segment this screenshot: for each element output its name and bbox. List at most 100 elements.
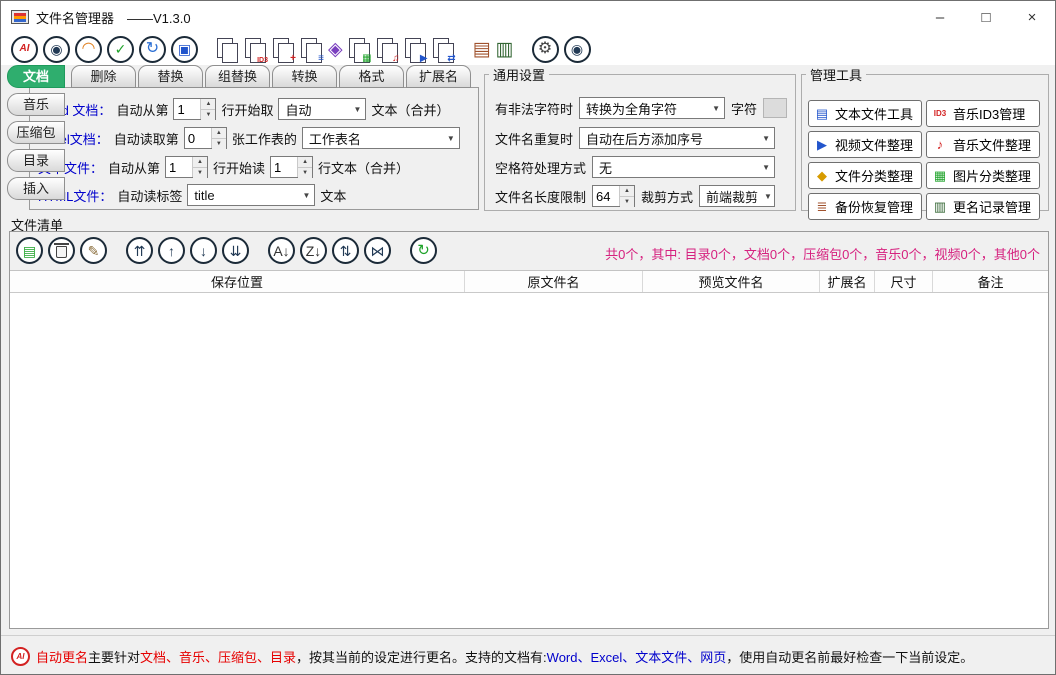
move-down-icon[interactable]: ↓	[190, 237, 217, 264]
duplicate-name-select[interactable]: 自动在后方添加序号 ▼	[579, 127, 775, 149]
refresh-list-icon[interactable]: ↻	[410, 237, 437, 264]
add-files-icon[interactable]: +	[272, 36, 295, 63]
text-line-count-spinner[interactable]: ▲▼	[270, 156, 313, 178]
column-header-save-location[interactable]: 保存位置	[10, 271, 465, 292]
op-tab-delete[interactable]: 删除	[71, 65, 136, 88]
length-limit-spinner[interactable]: ▲▼	[592, 185, 635, 207]
spin-up-icon[interactable]: ▲	[201, 99, 215, 110]
spin-down-icon[interactable]: ▼	[193, 168, 207, 178]
swap-names-icon[interactable]: ⋈	[364, 237, 391, 264]
op-tab-replace[interactable]: 替换	[138, 65, 203, 88]
word-mode-select[interactable]: 自动 ▼	[278, 98, 366, 120]
excel-mode-select[interactable]: 工作表名 ▼	[302, 127, 460, 149]
move-up-icon[interactable]: ↑	[158, 237, 185, 264]
image-classify-icon: ▦	[932, 168, 948, 184]
move-top-icon[interactable]: ⇈	[126, 237, 153, 264]
spin-down-icon[interactable]: ▼	[298, 168, 312, 178]
word-start-line-input[interactable]	[174, 99, 200, 119]
text-file-tools-button[interactable]: ▤ 文本文件工具	[808, 100, 922, 127]
delete-item-icon[interactable]	[48, 237, 75, 264]
reverse-order-icon[interactable]: ⇅	[332, 237, 359, 264]
toolbar-separator	[460, 49, 468, 50]
maximize-button[interactable]: □	[963, 1, 1009, 33]
space-handling-row: 空格符处理方式 无 ▼	[495, 155, 775, 179]
word-start-line-spinner[interactable]: ▲▼	[173, 98, 216, 120]
check-document-icon[interactable]: ✓	[107, 36, 134, 63]
file-convert-icon[interactable]: ⇄	[432, 36, 455, 63]
text-line-count-input[interactable]	[271, 157, 297, 177]
op-tab-format[interactable]: 格式	[339, 65, 404, 88]
length-limit-input[interactable]	[593, 186, 619, 206]
excel-sheet-spinner[interactable]: ▲▼	[184, 127, 227, 149]
copy-documents-icon[interactable]	[216, 36, 239, 63]
video-files-icon[interactable]: ▶	[404, 36, 427, 63]
filelist-body[interactable]	[10, 293, 1048, 628]
layers-icon[interactable]: ◈	[328, 36, 343, 63]
notebook-icon[interactable]: ▥	[496, 36, 514, 63]
settings-gear-icon[interactable]: ⚙	[532, 36, 559, 63]
backup-books-icon: ≣	[814, 199, 830, 215]
clear-list-icon[interactable]: ✎	[80, 237, 107, 264]
music-id3-icon[interactable]: ID3	[244, 36, 267, 63]
column-header-original-name[interactable]: 原文件名	[465, 271, 643, 292]
excel-sheet-input[interactable]	[185, 128, 211, 148]
side-tab-directory[interactable]: 目录	[7, 149, 65, 172]
spin-down-icon[interactable]: ▼	[212, 139, 226, 149]
book-stack-icon[interactable]: ▤	[473, 36, 491, 63]
text-text-1: 自动从第	[108, 158, 160, 177]
sort-asc-icon[interactable]: A↓	[268, 237, 295, 264]
html-tag-value: title	[194, 188, 214, 203]
music-list-icon[interactable]: ♫	[376, 36, 399, 63]
side-tab-document[interactable]: 文档	[7, 65, 65, 88]
status-seg-categories: 文档、音乐、压缩包、目录	[140, 647, 296, 666]
spin-up-icon[interactable]: ▲	[212, 128, 226, 139]
column-header-remark[interactable]: 备注	[933, 271, 1048, 292]
save-audio-icon[interactable]: ▣	[171, 36, 198, 63]
spin-up-icon[interactable]: ▲	[620, 186, 634, 197]
text-start-line-spinner[interactable]: ▲▼	[165, 156, 208, 178]
op-tab-convert[interactable]: 转换	[272, 65, 337, 88]
side-tab-music[interactable]: 音乐	[7, 93, 65, 116]
spin-up-icon[interactable]: ▲	[298, 157, 312, 168]
rename-log-icon: ▥	[932, 199, 948, 215]
excel-text-1: 自动读取第	[114, 129, 179, 148]
spin-up-icon[interactable]: ▲	[193, 157, 207, 168]
sort-desc-icon[interactable]: Z↓	[300, 237, 327, 264]
column-header-preview-name[interactable]: 预览文件名	[643, 271, 820, 292]
op-tab-group-replace[interactable]: 组替换	[205, 65, 270, 88]
spin-down-icon[interactable]: ▼	[201, 110, 215, 120]
text-start-line-input[interactable]	[166, 157, 192, 177]
refresh-swirl-icon[interactable]: ↻	[139, 36, 166, 63]
image-classify-button[interactable]: ▦ 图片分类整理	[926, 162, 1040, 189]
html-tag-select[interactable]: title ▼	[187, 184, 315, 206]
music-organize-button[interactable]: ♪ 音乐文件整理	[926, 131, 1040, 158]
file-classify-button[interactable]: ◆ 文件分类整理	[808, 162, 922, 189]
side-tab-insert[interactable]: 插入	[7, 177, 65, 200]
op-tab-extension[interactable]: 扩展名	[406, 65, 471, 88]
rainbow-icon[interactable]: ◠	[75, 36, 102, 63]
side-tab-archive[interactable]: 压缩包	[7, 121, 65, 144]
space-handling-select[interactable]: 无 ▼	[592, 156, 775, 178]
illegal-char-select[interactable]: 转换为全角字符 ▼	[579, 97, 725, 119]
document-lines-icon[interactable]: ≡	[300, 36, 323, 63]
app-icon	[11, 10, 29, 24]
status-seg-6: ，使用自动更名前最好检查一下当前设定。	[726, 647, 973, 666]
image-stack-icon[interactable]: ▦	[348, 36, 371, 63]
rename-log-button[interactable]: ▥ 更名记录管理	[926, 193, 1040, 220]
move-bottom-icon[interactable]: ⇊	[222, 237, 249, 264]
close-button[interactable]: ×	[1009, 1, 1055, 33]
minimize-button[interactable]: –	[917, 1, 963, 33]
music-id3-manage-button[interactable]: ID3 音乐ID3管理	[926, 100, 1040, 127]
view-eye-icon[interactable]: ◉	[564, 36, 591, 63]
add-files-icon[interactable]: ▤	[16, 237, 43, 264]
column-header-extension[interactable]: 扩展名	[820, 271, 875, 292]
preview-eye-icon[interactable]: ◉	[43, 36, 70, 63]
spin-down-icon[interactable]: ▼	[620, 197, 634, 207]
management-tools-group: 管理工具 ▤ 文本文件工具 ID3 音乐ID3管理 ▶ 视频文件整理 ♪ 音乐文…	[801, 65, 1049, 211]
chevron-down-icon: ▼	[354, 105, 362, 114]
video-organize-button[interactable]: ▶ 视频文件整理	[808, 131, 922, 158]
backup-restore-button[interactable]: ≣ 备份恢复管理	[808, 193, 922, 220]
trim-mode-select[interactable]: 前端裁剪 ▼	[699, 185, 775, 207]
column-header-size[interactable]: 尺寸	[875, 271, 933, 292]
ai-auto-rename-icon[interactable]: AI	[11, 36, 38, 63]
